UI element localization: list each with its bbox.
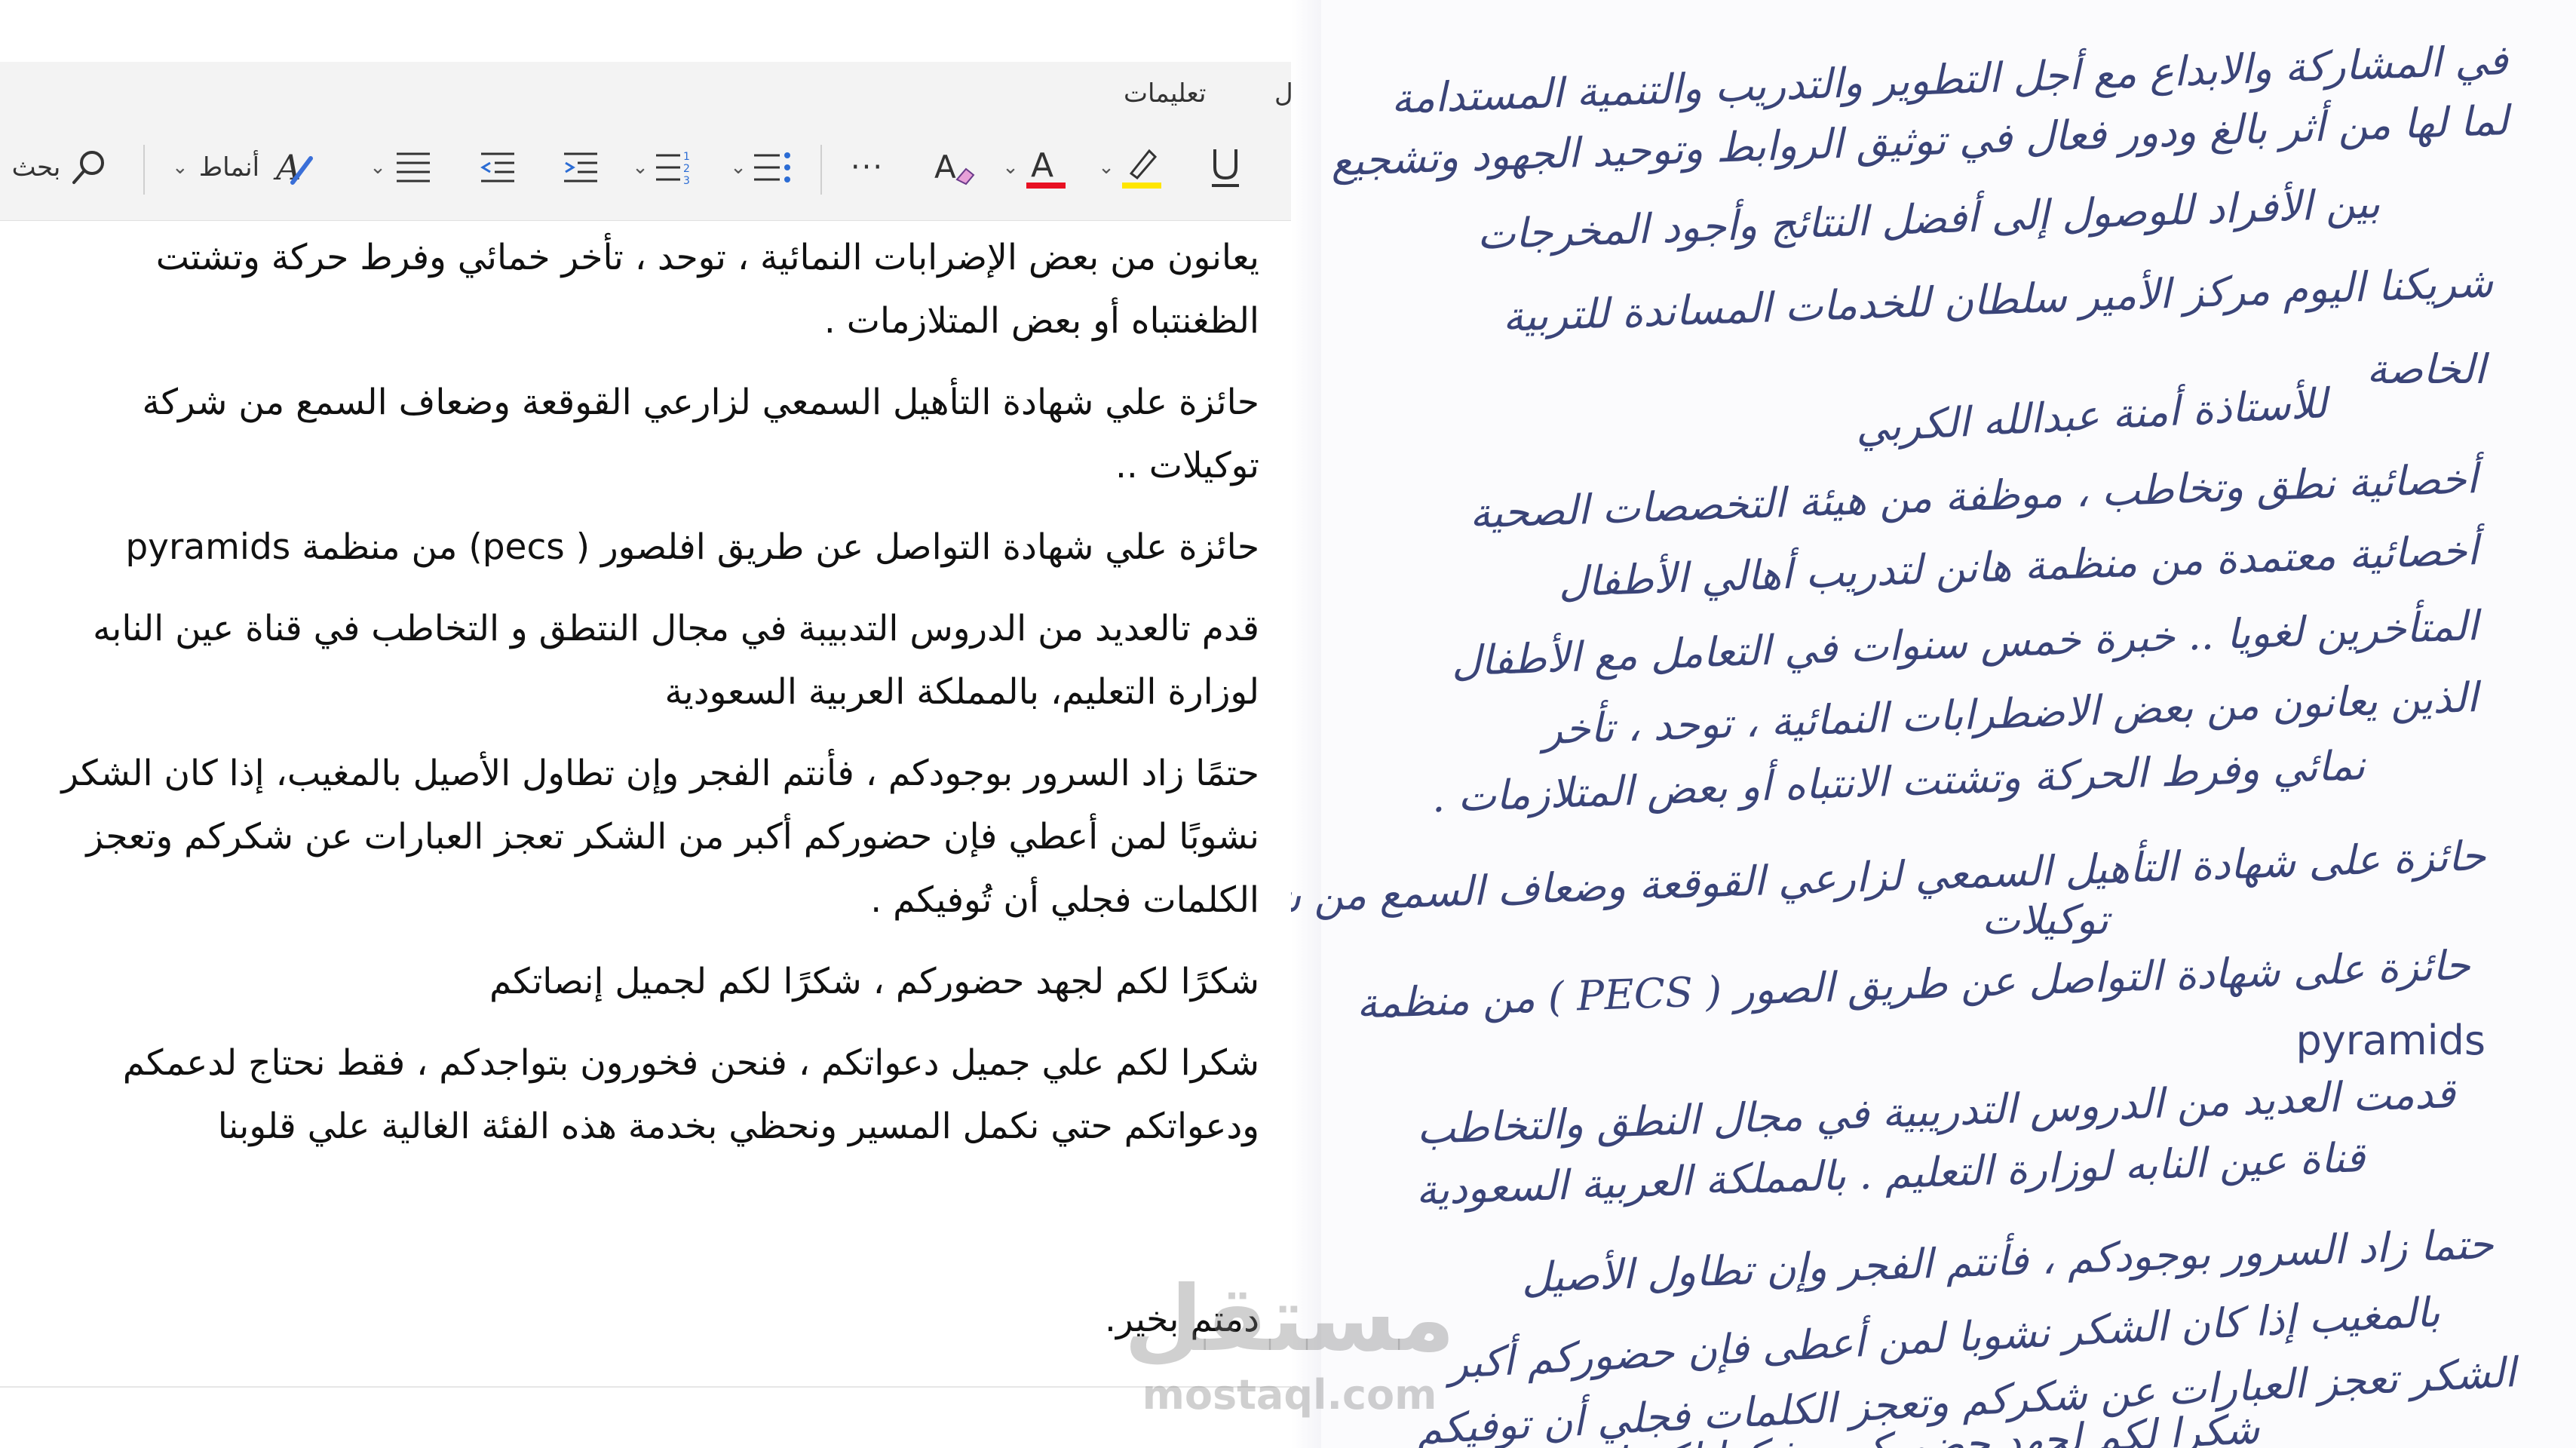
tab-help[interactable]: تعليمات	[1124, 78, 1206, 109]
chevron-down-icon: ⌄	[632, 156, 649, 179]
styles-icon: A	[273, 147, 314, 188]
line-spacing-button[interactable]: ⌄	[360, 137, 443, 198]
line-spacing-icon	[396, 152, 430, 183]
handwritten-scan-image: في المشاركة والابداع مع أجل التطوير والت…	[1291, 0, 2576, 1448]
handwritten-line: حتما زاد السرور بوجودكم ، فأنتم الفجر وإ…	[1520, 1220, 2495, 1302]
more-options-button[interactable]: ···	[837, 137, 897, 198]
document-paragraph: يعانون من بعض الإضرابات النمائية ، توحد …	[155, 237, 1259, 342]
handwritten-line: شريكنا اليوم مركز الأمير سلطان للخدمات ا…	[1501, 259, 2495, 341]
svg-text:A: A	[934, 149, 956, 186]
handwritten-line: نمائي وفرط الحركة وتشتت الانتباه أو بعض …	[1431, 741, 2366, 822]
search-label: بحث	[11, 152, 61, 183]
handwritten-line: للأستاذة أمنة عبدالله الكربي	[1854, 379, 2329, 452]
underline-button[interactable]	[1191, 137, 1259, 198]
document-paragraph: حائزة علي شهادة التواصل عن طريق افلصور (…	[125, 526, 1259, 568]
watermark-arabic: مستقل	[1124, 1267, 1455, 1372]
watermark-latin: mostaql.com	[1142, 1371, 1437, 1419]
numbered-list-button[interactable]: ⌄ 1 2 3	[618, 137, 709, 198]
svg-text:2: 2	[683, 163, 690, 175]
chevron-down-icon: ⌄	[171, 156, 189, 179]
clear-formatting-button[interactable]: A	[922, 137, 989, 198]
handwritten-line: المتأخرين لغويا .. خبرة خمس سنوات في الت…	[1450, 602, 2479, 686]
ribbon-toolbar: تعليمات ل بحث ⌄ أنماط A ⌄ ⌄ 1 2 3 ⌄ ··· …	[0, 62, 1291, 221]
font-color-button[interactable]: ⌄ A	[994, 137, 1077, 198]
svg-text:3: 3	[683, 175, 690, 187]
bullet-list-button[interactable]: ⌄	[716, 137, 807, 198]
page-boundary	[0, 1386, 1291, 1388]
decrease-indent-icon	[480, 152, 514, 183]
svg-text:A: A	[273, 147, 301, 188]
font-color-icon: A	[1026, 146, 1066, 189]
handwritten-line: بين الأفراد للوصول إلى أفضل النتائج وأجو…	[1476, 179, 2381, 259]
handwritten-line: pyramids	[2295, 1017, 2486, 1064]
search-icon	[72, 151, 105, 184]
handwritten-line: حائزة على شهادة التواصل عن طريق الصور ( …	[1356, 941, 2472, 1028]
handwritten-line: حائزة على شهادة التأهيل السمعي لزارعي ال…	[1291, 832, 2487, 925]
window-top-strip	[0, 0, 1291, 62]
document-paragraph: قدم تالعديد من الدروس التدبيبة في مجال ا…	[93, 608, 1259, 713]
document-paragraph: شكرا لكم علي جميل دعواتكم ، فنحن فخورون …	[122, 1042, 1259, 1147]
handwritten-line: توكيلات	[1982, 896, 2108, 943]
more-options-icon: ···	[850, 150, 885, 185]
handwritten-line: أخصائية معتمدة من منظمة هانن لتدريب أهال…	[1557, 526, 2479, 606]
watermark: مستقل mostaql.com	[1124, 1267, 1455, 1425]
toolbar-separator	[143, 145, 145, 195]
document-paragraph: حائزة علي شهادة التأهيل السمعي لزارعي ال…	[142, 382, 1259, 486]
bullet-list-icon	[753, 152, 790, 183]
handwritten-line: الخاصة	[2366, 345, 2486, 393]
underline-icon	[1212, 149, 1239, 187]
svg-text:1: 1	[683, 151, 690, 163]
chevron-down-icon: ⌄	[1002, 156, 1019, 179]
document-body[interactable]: يعانون من بعض الإضرابات النمائية ، توحد …	[38, 226, 1259, 1358]
handwritten-line: الذين يعانون من بعض الاضطرابات النمائية …	[1541, 673, 2479, 754]
styles-dropdown[interactable]: ⌄ أنماط A	[155, 137, 336, 198]
document-paragraph: حتمًا زاد السرور بوجودكم ، فأنتم الفجر و…	[61, 753, 1259, 921]
styles-label: أنماط	[198, 152, 260, 183]
search-button[interactable]: بحث	[5, 137, 118, 198]
chevron-down-icon: ⌄	[730, 156, 747, 179]
handwritten-line: أخصائية نطق وتخاطب ، موظفة من هيئة التخص…	[1469, 455, 2479, 538]
scan-edge-shadow	[1291, 0, 1321, 1448]
increase-indent-button[interactable]	[547, 137, 615, 198]
increase-indent-icon	[564, 152, 597, 183]
clear-formatting-icon: A	[934, 149, 975, 186]
tab-partial[interactable]: ل	[1274, 78, 1291, 109]
word-processor-window: تعليمات ل بحث ⌄ أنماط A ⌄ ⌄ 1 2 3 ⌄ ··· …	[0, 0, 1291, 1448]
chevron-down-icon: ⌄	[1098, 156, 1115, 179]
document-paragraph: شكرًا لكم لجهد حضوركم ، شكرًا لكم لجميل …	[489, 961, 1259, 1002]
svg-text:A: A	[1031, 146, 1053, 185]
numbered-list-icon: 1 2 3	[655, 151, 690, 187]
chevron-down-icon: ⌄	[370, 156, 386, 179]
toolbar-separator	[820, 145, 822, 195]
highlighter-button[interactable]: ⌄	[1086, 137, 1176, 198]
highlighter-icon	[1121, 149, 1161, 189]
decrease-indent-button[interactable]	[468, 137, 528, 198]
